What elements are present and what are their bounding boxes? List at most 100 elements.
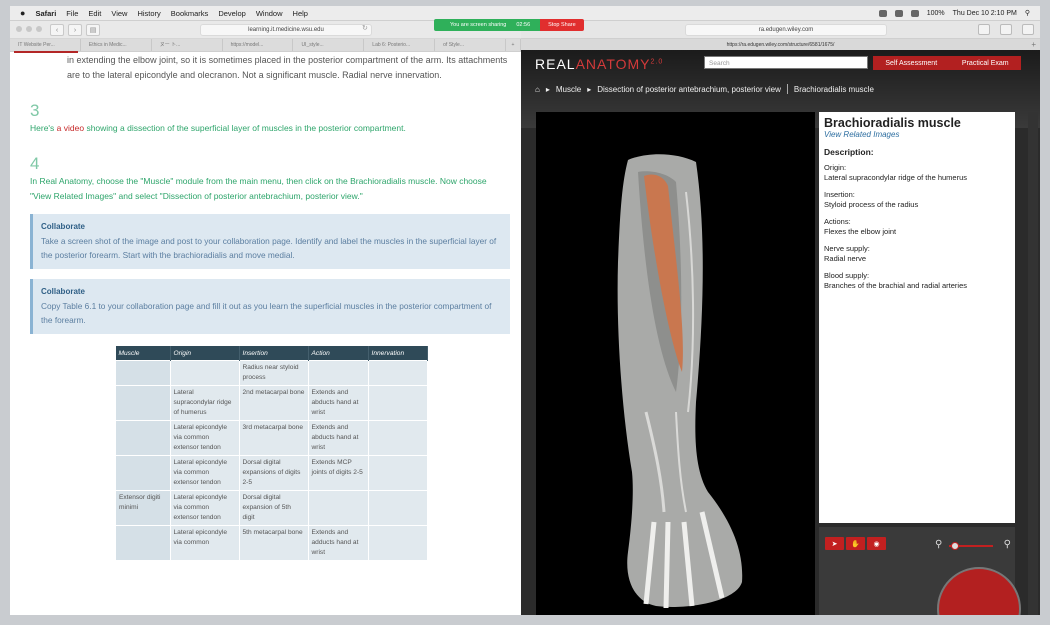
status-icon[interactable] bbox=[878, 9, 887, 17]
tab-2[interactable]: Ethics in Medic... bbox=[81, 39, 152, 51]
crumb-muscle[interactable]: Muscle bbox=[556, 85, 581, 94]
menu-window[interactable]: Window bbox=[256, 9, 283, 18]
right-browser-window: ra.edugen.wiley.com https://ra.edugen.wi… bbox=[521, 21, 1040, 615]
screen: ● Safari File Edit View History Bookmark… bbox=[10, 6, 1040, 615]
step-3-number: 3 bbox=[30, 101, 40, 120]
right-address-bar[interactable]: ra.edugen.wiley.com bbox=[685, 24, 887, 36]
description-label: Description: bbox=[824, 147, 874, 157]
clock[interactable]: Thu Dec 10 2:10 PM bbox=[953, 10, 1017, 17]
tool-buttons: ➤ ✋ ◉ bbox=[825, 537, 886, 550]
nerve-section: Nerve supply: Radial nerve bbox=[824, 244, 870, 263]
search-input[interactable]: Search bbox=[704, 56, 868, 69]
tab-3[interactable]: ヌー ト... bbox=[152, 39, 223, 51]
tab-5[interactable]: UI_style... bbox=[293, 39, 365, 51]
chevron-right-icon: ▸ bbox=[545, 84, 550, 94]
top-nav-buttons: Self Assessment Practical Exam bbox=[873, 56, 1021, 70]
table-row: Lateral epicondyle via common extensor t… bbox=[115, 455, 428, 491]
table-row: Lateral epicondyle via common extensor t… bbox=[115, 420, 428, 456]
screen-share-banner: You are screen sharing 02:56 Stop Share bbox=[434, 19, 584, 31]
battery-label[interactable]: 100% bbox=[927, 10, 945, 17]
collaborate-title-2: Collaborate bbox=[41, 287, 86, 296]
menu-develop[interactable]: Develop bbox=[218, 9, 246, 18]
bluetooth-icon[interactable] bbox=[910, 9, 919, 17]
status-area: 100% Thu Dec 10 2:10 PM ⚲ bbox=[878, 6, 1030, 20]
table-row: Radius near styloid process bbox=[115, 360, 428, 386]
collaborate-box-1: Collaborate Take a screen shot of the im… bbox=[30, 214, 510, 269]
crumb-current: Brachioradialis muscle bbox=[793, 84, 874, 94]
zoom-slider[interactable]: ⚲ ⚲ bbox=[935, 539, 1011, 551]
rotation-dial[interactable] bbox=[937, 567, 1021, 615]
sidebar-icon[interactable]: ▤ bbox=[86, 24, 100, 36]
actions-section: Actions: Flexes the elbow joint bbox=[824, 217, 897, 236]
tab-4[interactable]: https://model... bbox=[223, 39, 294, 51]
toolbar-actions bbox=[978, 24, 1034, 35]
crumb-dissection[interactable]: Dissection of posterior antebrachium, po… bbox=[597, 85, 781, 94]
chevron-right-icon: ▸ bbox=[587, 84, 592, 94]
self-assessment-button[interactable]: Self Assessment bbox=[885, 60, 937, 67]
menu-edit[interactable]: Edit bbox=[88, 9, 101, 18]
video-link[interactable]: a video bbox=[57, 123, 84, 133]
share-icon[interactable] bbox=[1000, 24, 1012, 35]
share-status: You are screen sharing 02:56 bbox=[434, 19, 541, 31]
menu-file[interactable]: File bbox=[66, 9, 78, 18]
menu-bookmarks[interactable]: Bookmarks bbox=[171, 9, 209, 18]
lesson-content: in extending the elbow joint, so it is s… bbox=[30, 53, 510, 561]
back-icon[interactable]: ‹ bbox=[50, 24, 64, 36]
right-toolbar: ra.edugen.wiley.com bbox=[521, 21, 1040, 39]
insertion-section: Insertion: Styloid process of the radius bbox=[824, 190, 919, 209]
spotlight-icon[interactable]: ⚲ bbox=[1025, 9, 1030, 17]
collaborate-text-2: Copy Table 6.1 to your collaboration pag… bbox=[41, 301, 492, 325]
forward-icon[interactable]: › bbox=[68, 24, 82, 36]
col-innervation: Innervation bbox=[368, 346, 428, 361]
left-address-bar[interactable]: learning.it.medicine.wsu.edu bbox=[200, 24, 372, 36]
reload-icon[interactable]: ↻ bbox=[362, 24, 368, 32]
table-row: Lateral epicondyle via common 5th metacar… bbox=[115, 525, 428, 561]
practical-exam-button[interactable]: Practical Exam bbox=[962, 60, 1009, 67]
step-3-text: Here's a video showing a dissection of t… bbox=[30, 123, 406, 133]
muscle-info-panel: Brachioradialis muscle View Related Imag… bbox=[819, 112, 1015, 523]
camera-icon[interactable]: ◉ bbox=[867, 537, 886, 550]
table-row: Lateral supracondylar ridge of humerus 2n… bbox=[115, 385, 428, 421]
step-4-text: In Real Anatomy, choose the "Muscle" mod… bbox=[30, 176, 487, 201]
new-tab-icon[interactable]: + bbox=[506, 39, 521, 51]
view-related-images-link[interactable]: View Related Images bbox=[824, 130, 1010, 139]
stop-share-button[interactable]: Stop Share bbox=[540, 19, 584, 31]
tab-6[interactable]: Lab 6: Posterio... bbox=[364, 39, 436, 51]
tab-7[interactable]: of Style... bbox=[435, 39, 507, 51]
zoom-out-icon[interactable]: ⚲ bbox=[935, 539, 942, 550]
tab-1[interactable]: IT Website Per... bbox=[10, 39, 81, 51]
menu-app[interactable]: Safari bbox=[35, 9, 56, 18]
table-row: Extensor digiti minimi Lateral epicondyle… bbox=[115, 490, 428, 526]
wifi-icon[interactable] bbox=[894, 9, 903, 17]
stop-share-label: Stop Share bbox=[548, 22, 576, 28]
home-icon[interactable]: ⌂ bbox=[535, 85, 540, 94]
tabs-icon[interactable] bbox=[1022, 24, 1034, 35]
pointer-icon[interactable]: ➤ bbox=[825, 537, 844, 550]
menu-help[interactable]: Help bbox=[293, 9, 308, 18]
blood-supply-section: Blood supply: Branches of the brachial an… bbox=[824, 271, 967, 290]
anatomy-image-viewer[interactable] bbox=[536, 112, 815, 615]
zoom-in-icon[interactable]: ⚲ bbox=[1004, 539, 1011, 550]
collaborate-text-1: Take a screen shot of the image and post… bbox=[41, 236, 497, 260]
scrollbar[interactable] bbox=[1028, 112, 1038, 615]
zoom-handle[interactable] bbox=[951, 542, 959, 550]
real-anatomy-logo[interactable]: REALANATOMY2.0 bbox=[535, 56, 663, 72]
col-muscle: Muscle bbox=[115, 346, 171, 361]
share-text: You are screen sharing bbox=[450, 22, 507, 28]
viewer-controls: ➤ ✋ ◉ ⚲ ⚲ bbox=[819, 527, 1021, 615]
download-icon[interactable] bbox=[978, 24, 990, 35]
col-action: Action bbox=[308, 346, 369, 361]
window-controls[interactable] bbox=[16, 26, 42, 32]
menu-history[interactable]: History bbox=[137, 9, 160, 18]
menu-view[interactable]: View bbox=[111, 9, 127, 18]
forearm-dissection-image[interactable] bbox=[536, 112, 815, 615]
nav-buttons: ‹ › ▤ bbox=[50, 24, 100, 36]
apple-icon[interactable]: ● bbox=[20, 8, 25, 18]
col-insertion: Insertion bbox=[239, 346, 309, 361]
hand-icon[interactable]: ✋ bbox=[846, 537, 865, 550]
share-timer: 02:56 bbox=[516, 22, 531, 28]
crumb-divider bbox=[786, 84, 788, 94]
breadcrumb: ⌂ ▸ Muscle ▸ Dissection of posterior ant… bbox=[535, 84, 874, 94]
origin-section: Origin: Lateral supracondylar ridge of th… bbox=[824, 163, 967, 182]
collaborate-box-2: Collaborate Copy Table 6.1 to your colla… bbox=[30, 279, 510, 334]
